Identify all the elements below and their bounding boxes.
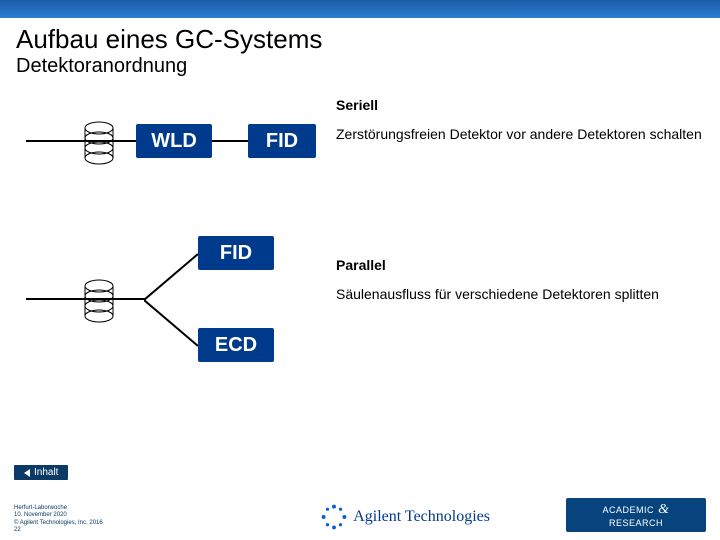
serial-diagram: WLD FID xyxy=(16,96,336,206)
decorative-top-bar xyxy=(0,0,720,18)
column-icon xyxy=(82,120,116,166)
slide-subtitle: Detektoranordnung xyxy=(16,55,720,78)
wld-box: WLD xyxy=(136,124,212,158)
serial-text: Zerstörungsfreien Detektor vor andere De… xyxy=(336,126,702,142)
pipe-line xyxy=(212,140,248,142)
pipe-line xyxy=(26,140,136,142)
footer: Herfurt-Laborwoche 10. November 2020 © A… xyxy=(0,480,720,540)
ar-word1: ACADEMIC xyxy=(603,505,655,515)
serial-description: Seriell Zerstörungsfreien Detektor vor a… xyxy=(336,96,702,144)
column-icon xyxy=(82,278,116,324)
credit-line: © Agilent Technologies, Inc. 2016 xyxy=(14,520,103,527)
slide-number: 22 xyxy=(14,527,103,534)
academic-research-badge: ACADEMIC & RESEARCH xyxy=(566,498,706,532)
inhalt-button[interactable]: Inhalt xyxy=(14,465,68,480)
parallel-heading: Parallel xyxy=(336,256,659,275)
split-lines xyxy=(144,248,200,352)
credit-line: 10. November 2020 xyxy=(14,512,103,519)
parallel-diagram: FID ECD xyxy=(16,230,336,370)
pipe-line xyxy=(26,298,146,300)
ecd-box: ECD xyxy=(198,328,274,362)
serial-heading: Seriell xyxy=(336,96,702,115)
ar-word2: RESEARCH xyxy=(609,518,663,528)
spark-icon xyxy=(321,504,347,530)
slide-title: Aufbau eines GC-Systems xyxy=(16,24,720,55)
inhalt-label: Inhalt xyxy=(34,467,58,478)
fid-box-serial: FID xyxy=(248,124,316,158)
brand-text: Agilent Technologies xyxy=(353,508,490,526)
parallel-text: Säulenausfluss für verschiedene Detektor… xyxy=(336,286,659,302)
agilent-logo: Agilent Technologies xyxy=(321,504,490,530)
parallel-description: Parallel Säulenausfluss für verschiedene… xyxy=(336,256,659,304)
ar-amp: & xyxy=(658,502,669,518)
fid-box-parallel: FID xyxy=(198,236,274,270)
credit-line: Herfurt-Laborwoche xyxy=(14,505,103,512)
credits: Herfurt-Laborwoche 10. November 2020 © A… xyxy=(14,505,103,534)
